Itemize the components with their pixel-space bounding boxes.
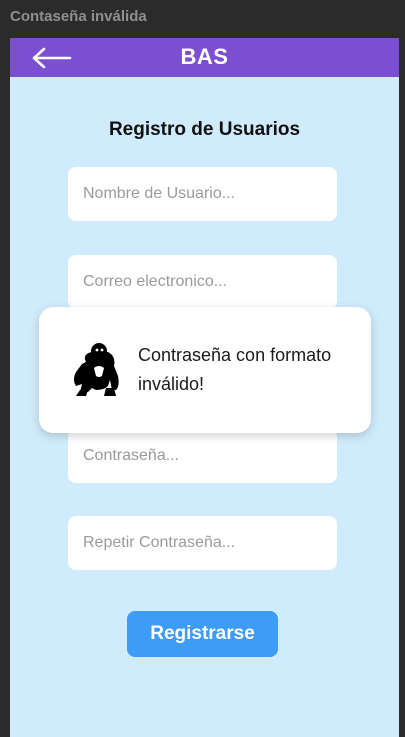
repeat-password-input[interactable]: [68, 516, 337, 570]
app-title: BAS: [180, 44, 229, 69]
register-button[interactable]: Registrarse: [127, 611, 278, 657]
app-bar: BAS: [10, 38, 399, 77]
error-toast: Contraseña con formato inválido!: [39, 307, 371, 433]
window-title: Contaseña inválida: [10, 8, 147, 25]
form-title: Registro de Usuarios: [108, 119, 301, 140]
gorilla-icon: [72, 340, 122, 398]
toast-message: Contraseña con formato inválido!: [138, 345, 332, 394]
username-input[interactable]: [68, 167, 337, 221]
email-input[interactable]: [68, 255, 337, 309]
app-screen: BAS Registro de Usuarios Registrarse Con…: [10, 38, 399, 737]
password-input[interactable]: [68, 429, 337, 483]
